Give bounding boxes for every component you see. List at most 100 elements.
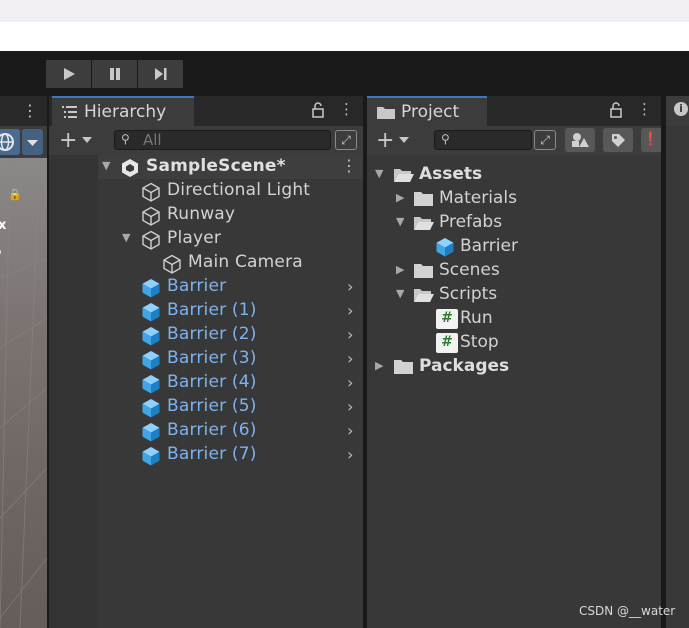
hierarchy-header: Hierarchy ⋮: [49, 96, 363, 126]
tab-inspector[interactable]: i: [666, 96, 689, 126]
hierarchy-item-prefab[interactable]: Barrier (1) ›: [49, 299, 363, 323]
kebab-menu-icon[interactable]: ⋮: [637, 100, 652, 118]
prefab-icon: [142, 375, 160, 394]
project-item[interactable]: ▶ Materials: [367, 187, 661, 211]
create-asset-button[interactable]: +: [376, 128, 410, 153]
hierarchy-item[interactable]: Runway: [49, 203, 363, 227]
hierarchy-item-label: Barrier (3): [167, 348, 257, 368]
expand-arrow-icon[interactable]: ▼: [396, 215, 404, 228]
scene-kebab-icon[interactable]: ⋮: [341, 156, 357, 175]
hierarchy-item[interactable]: Directional Light: [49, 179, 363, 203]
project-header: Project ⋮: [367, 96, 661, 126]
scene-kebab-icon[interactable]: ⋮: [22, 101, 38, 121]
chevron-right-icon[interactable]: ›: [347, 301, 353, 320]
pause-button[interactable]: [92, 60, 137, 88]
hierarchy-item-prefab[interactable]: Barrier (7) ›: [49, 443, 363, 467]
hierarchy-item-prefab[interactable]: Barrier ›: [49, 275, 363, 299]
folder-icon: [414, 192, 433, 206]
tab-hierarchy[interactable]: Hierarchy: [52, 96, 194, 126]
filter-by-type-button[interactable]: [565, 128, 595, 152]
kebab-menu-icon[interactable]: ⋮: [339, 100, 354, 118]
gizmo-dropdown[interactable]: [22, 129, 43, 155]
project-item-label: Scripts: [439, 284, 498, 304]
gameobject-icon: [142, 230, 160, 250]
chevron-right-icon[interactable]: ›: [347, 445, 353, 464]
inspector-panel: i: [666, 96, 689, 628]
hierarchy-item[interactable]: ▼ Player: [49, 227, 363, 251]
hierarchy-item-label: Barrier (5): [167, 396, 257, 416]
step-icon: [154, 68, 166, 80]
expand-arrow-icon[interactable]: ▶: [396, 191, 404, 204]
hierarchy-item-label: Barrier (6): [167, 420, 257, 440]
play-icon: [63, 68, 75, 80]
project-item[interactable]: ▼ Scripts: [367, 283, 661, 307]
project-item[interactable]: # Stop: [367, 331, 661, 355]
hierarchy-toolbar: + ⚲ All ⤢: [49, 126, 363, 155]
prefab-icon: [142, 303, 160, 322]
lock-icon[interactable]: [609, 102, 623, 118]
chevron-right-icon[interactable]: ›: [347, 277, 353, 296]
scene-toolbar: [0, 126, 47, 158]
hierarchy-item-prefab[interactable]: Barrier (5) ›: [49, 395, 363, 419]
expand-arrow-icon[interactable]: ▼: [102, 159, 110, 172]
project-item-label: Materials: [439, 188, 517, 208]
project-item[interactable]: ▶ Packages: [367, 355, 661, 379]
filter-by-label-button[interactable]: [603, 128, 633, 152]
chevron-right-icon[interactable]: ›: [347, 421, 353, 440]
main-toolbar: [0, 51, 689, 96]
tab-hierarchy-label: Hierarchy: [84, 102, 167, 122]
hierarchy-panel: Hierarchy ⋮ + ⚲ All ⤢ ▼ SampleScene* ⋮ D…: [49, 96, 363, 628]
watermark: CSDN @__water: [579, 604, 676, 618]
play-button[interactable]: [46, 60, 91, 88]
expand-arrow-icon[interactable]: ▼: [375, 167, 383, 180]
hierarchy-search-input[interactable]: ⚲ All: [114, 130, 331, 150]
create-button[interactable]: +: [59, 128, 93, 153]
project-item[interactable]: Barrier: [367, 235, 661, 259]
expand-arrow-icon[interactable]: ▶: [375, 359, 383, 372]
chevron-down-icon: [399, 137, 410, 143]
prefab-icon: [142, 423, 160, 442]
lock-icon[interactable]: [311, 102, 325, 118]
project-item-label: Packages: [419, 356, 510, 376]
project-item-label: Scenes: [439, 260, 500, 280]
chevron-down-icon: [82, 137, 93, 143]
project-item[interactable]: ▼ Assets: [367, 163, 661, 187]
folder-icon: [414, 264, 433, 278]
expand-arrow-icon[interactable]: ▶: [396, 263, 404, 276]
hierarchy-item-prefab[interactable]: Barrier (4) ›: [49, 371, 363, 395]
chevron-right-icon[interactable]: ›: [347, 349, 353, 368]
expand-arrow-icon[interactable]: ▼: [396, 287, 404, 300]
hierarchy-item-prefab[interactable]: Barrier (2) ›: [49, 323, 363, 347]
step-button[interactable]: [138, 60, 183, 88]
hierarchy-item-label: Main Camera: [188, 252, 303, 272]
project-item[interactable]: ▼ Prefabs: [367, 211, 661, 235]
lock-icon[interactable]: 🔒: [8, 188, 22, 201]
folder-icon: [394, 360, 413, 374]
chevron-right-icon[interactable]: ›: [347, 325, 353, 344]
project-item[interactable]: # Run: [367, 307, 661, 331]
warning-icon: ❗: [642, 132, 660, 147]
hierarchy-item-prefab[interactable]: Barrier (6) ›: [49, 419, 363, 443]
scene-visibility-button[interactable]: ⤢: [335, 130, 357, 150]
project-item[interactable]: ▶ Scenes: [367, 259, 661, 283]
project-item-label: Prefabs: [439, 212, 503, 232]
hierarchy-item[interactable]: Main Camera: [49, 251, 363, 275]
axis-label: x: [0, 218, 7, 233]
chevron-right-icon[interactable]: ›: [347, 397, 353, 416]
hierarchy-item-prefab[interactable]: Barrier (3) ›: [49, 347, 363, 371]
expand-icon: ⤢: [540, 133, 550, 147]
tab-project[interactable]: Project: [367, 96, 487, 126]
expand-arrow-icon[interactable]: ▼: [122, 231, 130, 244]
orientation-gizmo-button[interactable]: [0, 129, 20, 155]
shapes-icon: [572, 133, 589, 147]
search-popout-button[interactable]: ⤢: [534, 130, 556, 150]
scene-viewport[interactable]: 🔒 x ❜: [0, 158, 47, 628]
globe-icon: [0, 133, 14, 151]
scene-grid: [0, 158, 47, 628]
chevron-right-icon[interactable]: ›: [347, 373, 353, 392]
project-search-input[interactable]: ⚲: [434, 130, 532, 150]
project-panel: Project ⋮ + ⚲ ⤢ ❗ ▼ Assets ▶ Materials ▼…: [367, 96, 661, 628]
hidden-packages-button[interactable]: ❗: [641, 128, 661, 152]
prefab-icon: [142, 351, 160, 370]
scene-row[interactable]: ▼ SampleScene* ⋮: [49, 155, 363, 179]
